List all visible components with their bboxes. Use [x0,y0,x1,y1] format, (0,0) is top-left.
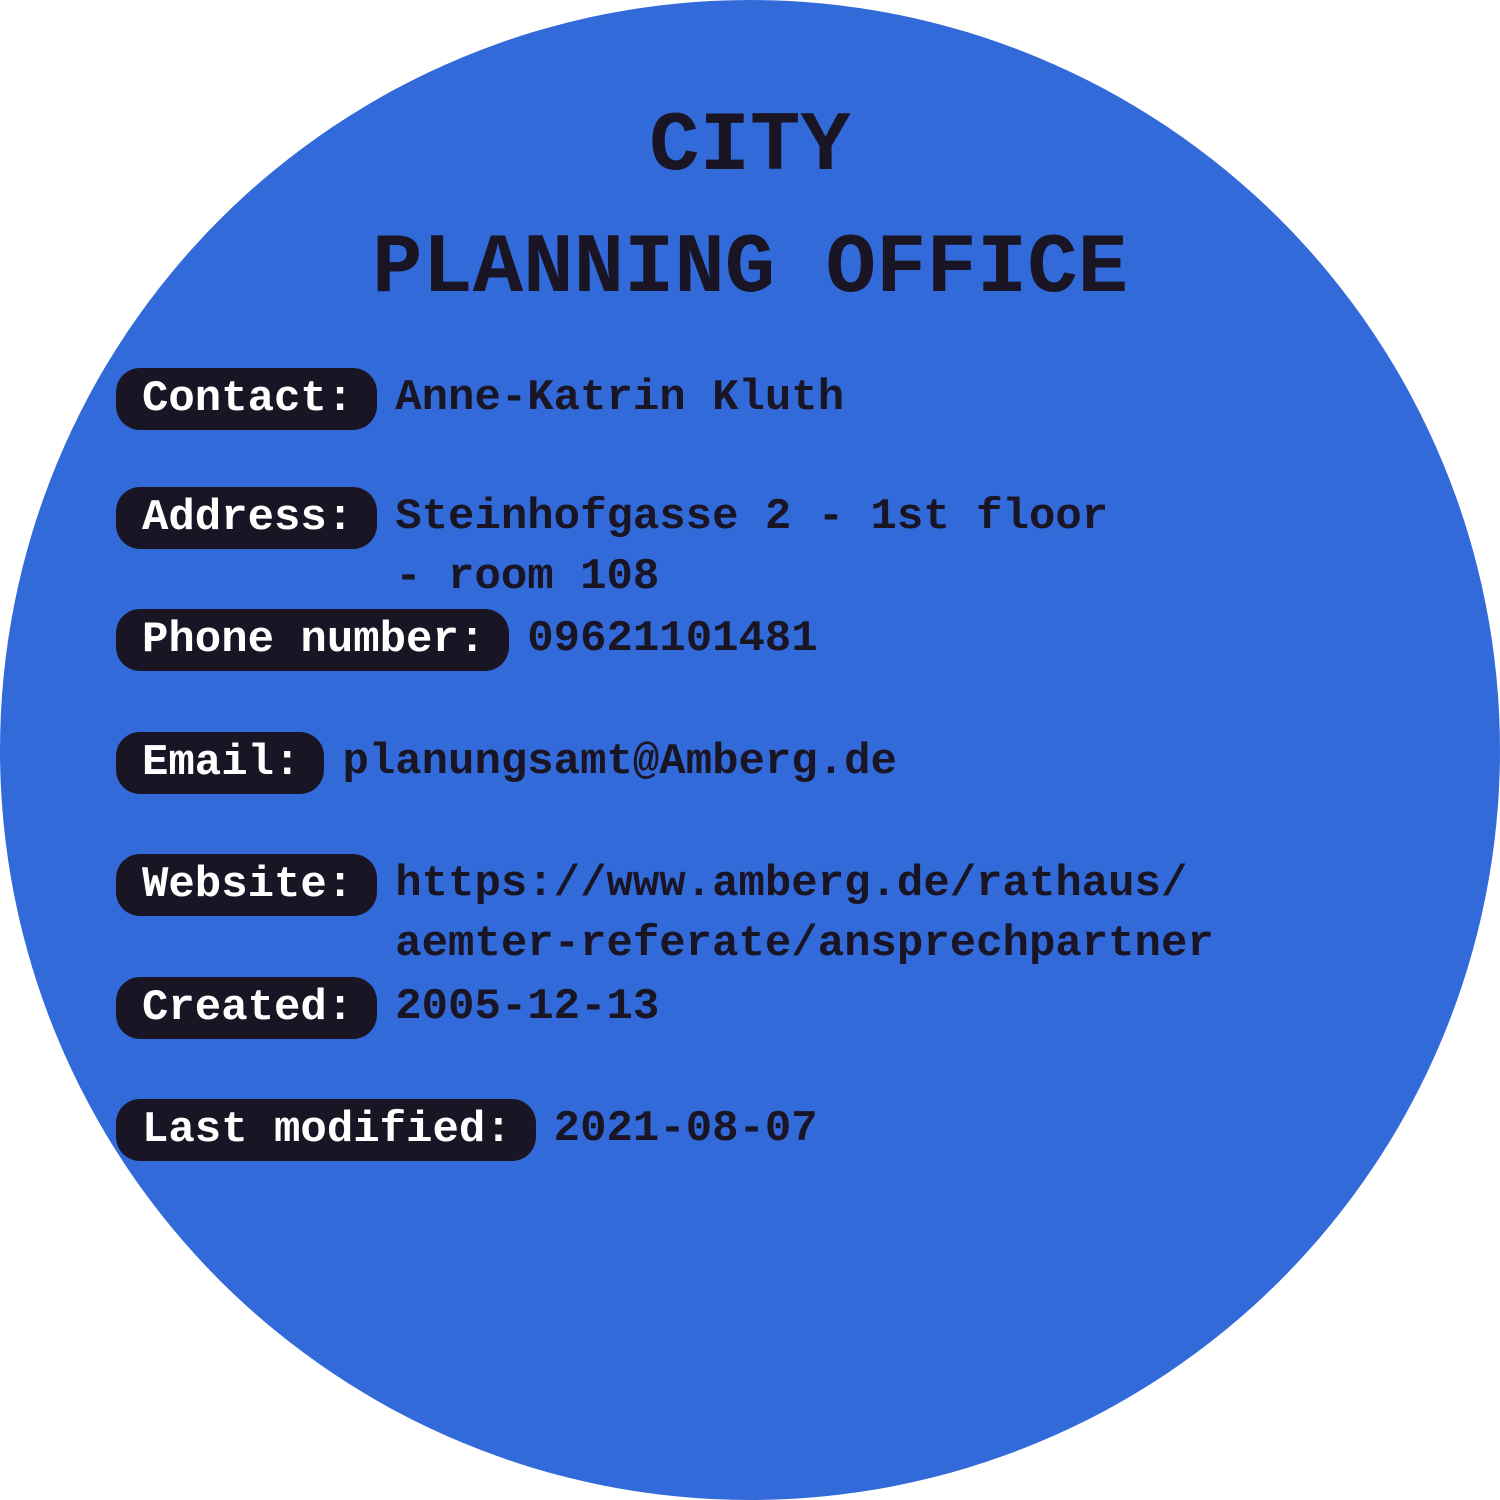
phone-row: Phone number: 09621101481 [116,609,818,671]
website-label: Website: [116,854,378,916]
website-value: https://www.amberg.de/rathaus/ aemter-re… [395,854,1214,974]
contact-value: Anne-Katrin Kluth [395,373,845,423]
address-label: Address: [116,487,378,549]
created-value: 2005-12-13 [395,982,660,1032]
address-value-line2: - room 108 [395,552,660,602]
last-modified-label: Last modified: [116,1099,536,1161]
website-value-line2: aemter-referate/ansprechpartner [395,919,1214,969]
created-label: Created: [116,977,378,1039]
website-row: Website: https://www.amberg.de/rathaus/ … [116,854,1214,974]
address-value-line1: Steinhofgasse 2 - 1st floor [395,492,1109,542]
website-value-line1: https://www.amberg.de/rathaus/ [395,859,1188,909]
card-title-line2: PLANNING OFFICE [371,222,1129,317]
phone-value: 09621101481 [527,614,818,664]
address-row: Address: Steinhofgasse 2 - 1st floor - r… [116,487,1108,607]
card-title-line1: CITY [649,100,851,195]
contact-row: Contact: Anne-Katrin Kluth [116,368,844,430]
email-label: Email: [116,732,325,794]
last-modified-value: 2021-08-07 [553,1104,818,1154]
created-row: Created: 2005-12-13 [116,977,659,1039]
phone-label: Phone number: [116,609,510,671]
email-row: Email: planungsamt@Amberg.de [116,732,897,794]
last-modified-row: Last modified: 2021-08-07 [116,1099,818,1161]
address-value: Steinhofgasse 2 - 1st floor - room 108 [395,487,1108,607]
email-value: planungsamt@Amberg.de [342,737,897,787]
contact-label: Contact: [116,368,378,430]
